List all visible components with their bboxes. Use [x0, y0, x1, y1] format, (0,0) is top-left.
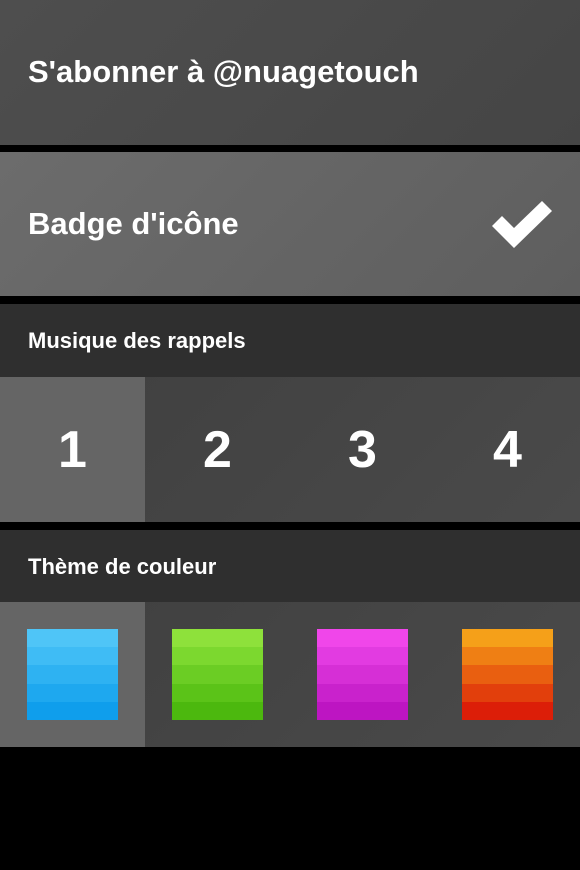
swatch-band — [462, 701, 553, 720]
music-option-label: 4 — [493, 420, 522, 479]
reminder-music-title: Musique des rappels — [28, 327, 246, 353]
music-option-4[interactable]: 4 — [435, 377, 580, 522]
swatch-band — [172, 665, 263, 684]
checkmark-icon — [492, 201, 552, 248]
swatch-band — [27, 665, 118, 684]
swatch-band — [172, 701, 263, 720]
swatch-band — [172, 629, 263, 648]
theme-option-orange[interactable] — [435, 602, 580, 747]
icon-badge-toggle[interactable]: Badge d'icône — [0, 152, 580, 296]
blue-swatch — [27, 629, 118, 720]
music-option-1[interactable]: 1 — [0, 377, 145, 522]
swatch-band — [27, 629, 118, 648]
music-option-label: 2 — [203, 420, 232, 479]
swatch-band — [317, 683, 408, 702]
music-option-label: 1 — [58, 420, 87, 479]
theme-option-blue[interactable] — [0, 602, 145, 747]
swatch-band — [317, 629, 408, 648]
theme-option-pink[interactable] — [290, 602, 435, 747]
follow-twitter-button[interactable]: S'abonner à @nuagetouch — [0, 0, 580, 145]
color-theme-selector — [0, 602, 580, 747]
swatch-band — [27, 683, 118, 702]
swatch-band — [317, 665, 408, 684]
music-option-3[interactable]: 3 — [290, 377, 435, 522]
settings-screen: S'abonner à @nuagetouch Badge d'icône Mu… — [0, 0, 580, 870]
icon-badge-label: Badge d'icône — [28, 206, 239, 241]
swatch-band — [27, 647, 118, 666]
color-theme-header: Thème de couleur — [0, 530, 580, 603]
swatch-band — [317, 701, 408, 720]
swatch-band — [462, 665, 553, 684]
swatch-band — [317, 647, 408, 666]
reminder-music-header: Musique des rappels — [0, 304, 580, 377]
reminder-music-selector: 1 2 3 4 — [0, 377, 580, 522]
swatch-band — [462, 647, 553, 666]
color-theme-title: Thème de couleur — [28, 553, 217, 579]
swatch-band — [172, 647, 263, 666]
swatch-band — [172, 683, 263, 702]
follow-twitter-label: S'abonner à @nuagetouch — [28, 53, 419, 89]
swatch-band — [27, 701, 118, 720]
swatch-band — [462, 683, 553, 702]
music-option-label: 3 — [348, 420, 377, 479]
green-swatch — [172, 629, 263, 720]
orange-swatch — [462, 629, 553, 720]
theme-option-green[interactable] — [145, 602, 290, 747]
swatch-band — [462, 629, 553, 648]
pink-swatch — [317, 629, 408, 720]
music-option-2[interactable]: 2 — [145, 377, 290, 522]
